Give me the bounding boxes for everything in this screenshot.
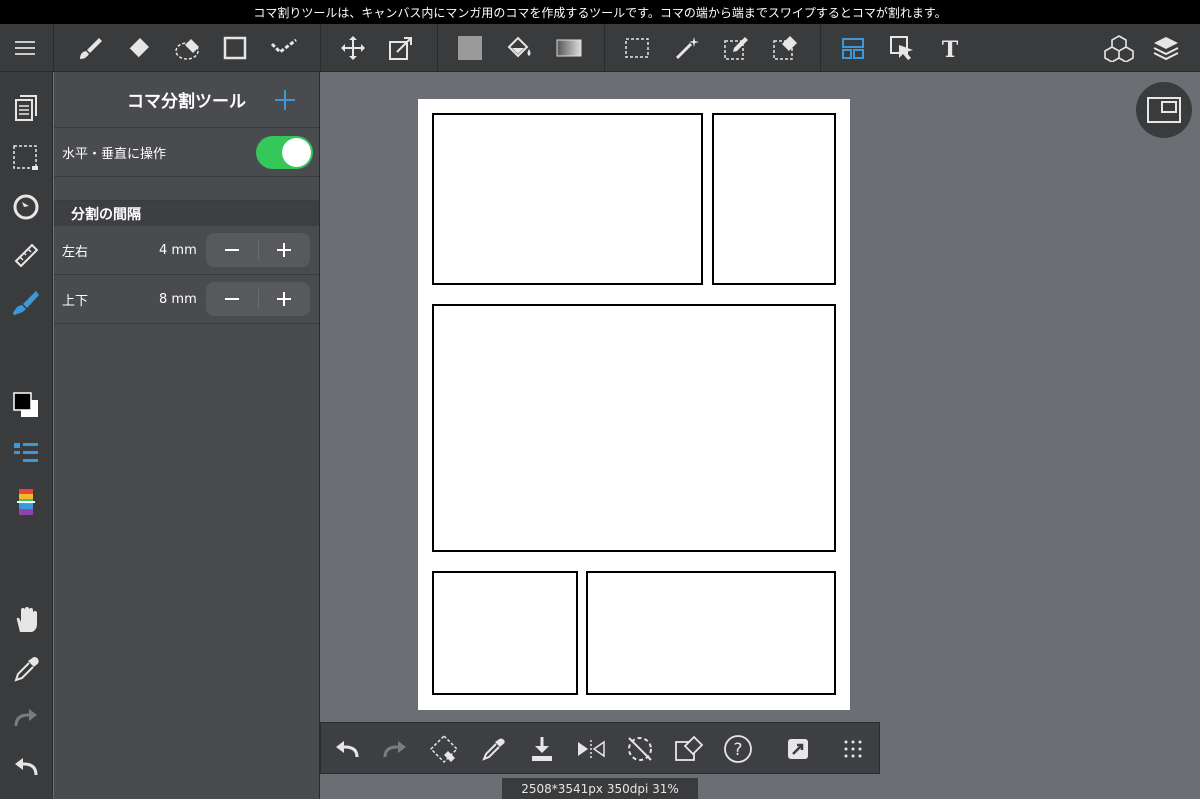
select-eraser-icon[interactable] (769, 32, 801, 64)
select-rect-icon[interactable] (621, 32, 653, 64)
panel-header: コマ分割ツール (54, 72, 319, 128)
rotate-icon[interactable] (624, 733, 656, 765)
brush-icon[interactable] (74, 32, 106, 64)
flip-icon[interactable] (575, 733, 607, 765)
comic-frame[interactable] (432, 304, 836, 552)
row-label: 左右 (62, 244, 89, 260)
top-toolbar: T (0, 24, 1200, 72)
layers-icon[interactable] (1150, 32, 1182, 64)
move-icon[interactable] (337, 32, 369, 64)
left-sidebar (0, 72, 53, 799)
help-label: ? (733, 740, 742, 760)
spacing-row-horizontal: 左右 4 mm (54, 226, 319, 275)
fill-color-icon[interactable] (454, 32, 486, 64)
share-icon[interactable] (782, 733, 814, 765)
shape-icon[interactable] (219, 32, 251, 64)
select-pen-icon[interactable] (720, 32, 752, 64)
toggle-label: 水平・垂直に操作 (62, 146, 167, 162)
canvas-status: 2508*3541px 350dpi 31% (502, 778, 698, 799)
selection-icon[interactable] (10, 142, 42, 174)
eraser-icon[interactable] (122, 32, 154, 64)
3d-icon[interactable] (1103, 32, 1135, 64)
brush-settings-icon[interactable] (10, 287, 42, 319)
redo-icon[interactable] (379, 733, 411, 765)
ruler-icon[interactable] (10, 239, 42, 271)
redo-icon[interactable] (10, 702, 42, 734)
download-icon[interactable] (526, 733, 558, 765)
bottom-toolbar: ? (320, 722, 880, 774)
undo-icon[interactable] (10, 751, 42, 783)
dot-icon[interactable] (268, 32, 300, 64)
minus-button[interactable] (206, 233, 258, 267)
plus-button[interactable] (258, 233, 310, 267)
eyedropper-icon[interactable] (10, 653, 42, 685)
minus-button[interactable] (206, 282, 258, 316)
comic-frame[interactable] (712, 113, 836, 285)
page-icon[interactable] (10, 92, 42, 124)
undo-icon[interactable] (331, 733, 363, 765)
row-value: 8 mm (159, 291, 197, 307)
frame-divide-icon[interactable] (837, 32, 869, 64)
comic-frame[interactable] (586, 571, 836, 695)
color-icon[interactable] (10, 389, 42, 421)
eyedropper-icon[interactable] (477, 733, 509, 765)
spacing-row-vertical: 上下 8 mm (54, 275, 319, 324)
axis-lock-toggle[interactable] (256, 136, 313, 169)
snap-icon[interactable] (10, 191, 42, 223)
comic-frame[interactable] (432, 571, 578, 695)
menu-icon[interactable] (9, 32, 41, 64)
hint-bar: コマ割りツールは、キャンバス内にマンガ用のコマを作成するツールです。コマの端から… (0, 0, 1200, 24)
brush-list-icon[interactable] (10, 438, 42, 470)
hint-text: コマ割りツールは、キャンバス内にマンガ用のコマを作成するツールです。コマの端から… (253, 5, 947, 20)
transform-icon[interactable] (428, 733, 460, 765)
magic-wand-icon[interactable] (671, 32, 703, 64)
horizontal-stepper (206, 233, 310, 267)
svg-text:T: T (942, 37, 959, 60)
hand-icon[interactable] (10, 604, 42, 636)
transform-icon[interactable] (385, 32, 417, 64)
help-icon[interactable]: ? (722, 733, 754, 765)
blur-icon[interactable] (172, 32, 204, 64)
text-icon[interactable]: T (934, 32, 966, 64)
comic-frame[interactable] (432, 113, 703, 285)
bucket-icon[interactable] (503, 32, 535, 64)
add-icon[interactable] (273, 88, 297, 112)
palette-icon[interactable] (10, 487, 42, 519)
clear-icon[interactable] (673, 733, 705, 765)
canvas-page[interactable] (418, 99, 850, 710)
row-value: 4 mm (159, 242, 197, 258)
gradient-icon[interactable] (553, 32, 585, 64)
select-layer-icon[interactable] (886, 32, 918, 64)
row-label: 上下 (62, 293, 89, 309)
section-title: 分割の間隔 (54, 201, 319, 226)
grid-icon[interactable] (837, 733, 869, 765)
tool-panel: コマ分割ツール 水平・垂直に操作 分割の間隔 左右 4 mm 上下 8 mm (54, 72, 320, 799)
navigator-button[interactable] (1136, 82, 1192, 138)
plus-button[interactable] (258, 282, 310, 316)
toggle-row: 水平・垂直に操作 (54, 128, 319, 177)
vertical-stepper (206, 282, 310, 316)
panel-title: コマ分割ツール (127, 92, 246, 112)
